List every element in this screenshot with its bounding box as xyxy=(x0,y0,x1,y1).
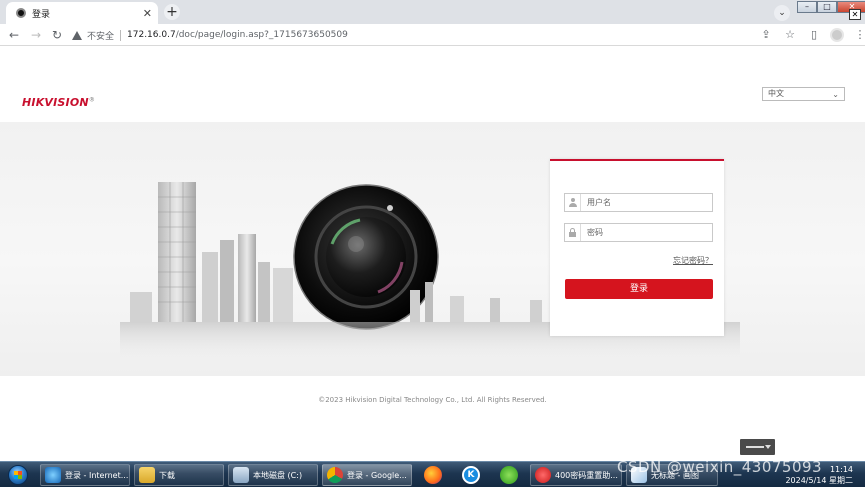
floating-toolbar-icon[interactable] xyxy=(740,439,775,455)
hikvision-logo: HIKVISION® xyxy=(22,96,96,109)
login-page: HIKVISION® 中文 ⌄ 用户名 密码 忘记密码？ 登录 ©2023 Hi… xyxy=(0,46,865,461)
bookmark-star-icon[interactable]: ☆ xyxy=(782,27,798,43)
app-icon xyxy=(535,467,551,483)
side-panel-icon[interactable]: ▯ xyxy=(806,27,822,43)
toolbar-actions: ⇪ ☆ ▯ ⋮ xyxy=(750,27,865,43)
login-form: 用户名 密码 忘记密码？ 登录 xyxy=(550,159,724,336)
taskbar-label: 本地磁盘 (C:) xyxy=(253,470,303,480)
url-path[interactable]: /doc/page/login.asp?_1715673650509 xyxy=(176,30,348,40)
firefox-pinned-icon[interactable] xyxy=(416,464,450,486)
lock-icon xyxy=(565,224,581,241)
green-app-pinned-icon[interactable] xyxy=(492,464,526,486)
language-selected: 中文 xyxy=(768,89,784,98)
taskbar-label: 登录 - Google... xyxy=(347,470,407,480)
language-select[interactable]: 中文 ⌄ xyxy=(762,87,845,101)
back-arrow-icon[interactable]: ← xyxy=(6,27,22,43)
new-tab-button[interactable]: + xyxy=(164,4,180,20)
url-host[interactable]: 172.16.0.7 xyxy=(127,30,176,40)
clock-date[interactable]: 2024/5/14 星期二 xyxy=(785,475,853,486)
address-bar[interactable]: 不安全 172.16.0.7/doc/page/login.asp?_17156… xyxy=(72,26,752,44)
taskbar-label: 下载 xyxy=(159,470,175,480)
csdn-watermark: CSDN @weixin_43075093 xyxy=(617,458,823,476)
ie-icon xyxy=(45,467,61,483)
tab-strip: 登录 ✕ + ⌄ – □ ✕ xyxy=(0,0,865,24)
hikvision-favicon-icon xyxy=(16,8,26,18)
password-placeholder: 密码 xyxy=(587,228,603,237)
close-tab-icon[interactable]: ✕ xyxy=(143,8,152,19)
login-button[interactable]: 登录 xyxy=(565,279,713,299)
k-app-pinned-icon[interactable]: K xyxy=(454,464,488,486)
warning-triangle-icon[interactable] xyxy=(72,30,82,40)
start-button[interactable] xyxy=(3,463,33,487)
taskbar-item-local-disk[interactable]: 本地磁盘 (C:) xyxy=(228,464,318,486)
drive-icon xyxy=(233,467,249,483)
share-icon[interactable]: ⇪ xyxy=(758,27,774,43)
forgot-password-link[interactable]: 忘记密码？ xyxy=(673,255,713,266)
clock-time[interactable]: 11:14 xyxy=(830,465,853,474)
menu-kebab-icon[interactable]: ⋮ xyxy=(852,27,865,43)
minimize-window-button[interactable]: – xyxy=(797,1,817,13)
folder-icon xyxy=(139,467,155,483)
copyright-text: ©2023 Hikvision Digital Technology Co., … xyxy=(318,396,547,404)
taskbar-item-ie[interactable]: 登录 - Internet... xyxy=(40,464,130,486)
taskbar-label: 400密码重置助... xyxy=(555,470,618,480)
windows-start-icon xyxy=(8,465,28,485)
taskbar-item-chrome[interactable]: 登录 - Google... xyxy=(322,464,412,486)
maximize-window-button[interactable]: □ xyxy=(817,1,837,13)
username-field[interactable]: 用户名 xyxy=(564,193,713,212)
username-placeholder: 用户名 xyxy=(587,198,611,207)
hero-banner: 用户名 密码 忘记密码？ 登录 xyxy=(0,122,865,376)
chrome-icon xyxy=(327,467,343,483)
taskbar-item-downloads[interactable]: 下载 xyxy=(134,464,224,486)
screen-capture-close-icon[interactable]: ✕ xyxy=(849,9,861,20)
tab-search-chevron-icon[interactable]: ⌄ xyxy=(774,5,790,21)
password-field[interactable]: 密码 xyxy=(564,223,713,242)
tab-login[interactable]: 登录 ✕ xyxy=(6,2,158,24)
reload-icon[interactable]: ↻ xyxy=(49,27,65,43)
tab-title: 登录 xyxy=(32,9,51,20)
forward-arrow-icon[interactable]: → xyxy=(28,27,44,43)
taskbar-item-password-reset[interactable]: 400密码重置助... xyxy=(530,464,622,486)
address-separator xyxy=(120,29,122,41)
insecure-label[interactable]: 不安全 xyxy=(87,29,114,42)
profile-avatar-icon[interactable] xyxy=(830,28,844,42)
browser-toolbar: ← → ↻ 不安全 172.16.0.7/doc/page/login.asp?… xyxy=(0,24,865,46)
taskbar-label: 登录 - Internet... xyxy=(65,470,129,480)
chevron-down-icon: ⌄ xyxy=(832,90,839,99)
user-icon xyxy=(565,194,581,211)
